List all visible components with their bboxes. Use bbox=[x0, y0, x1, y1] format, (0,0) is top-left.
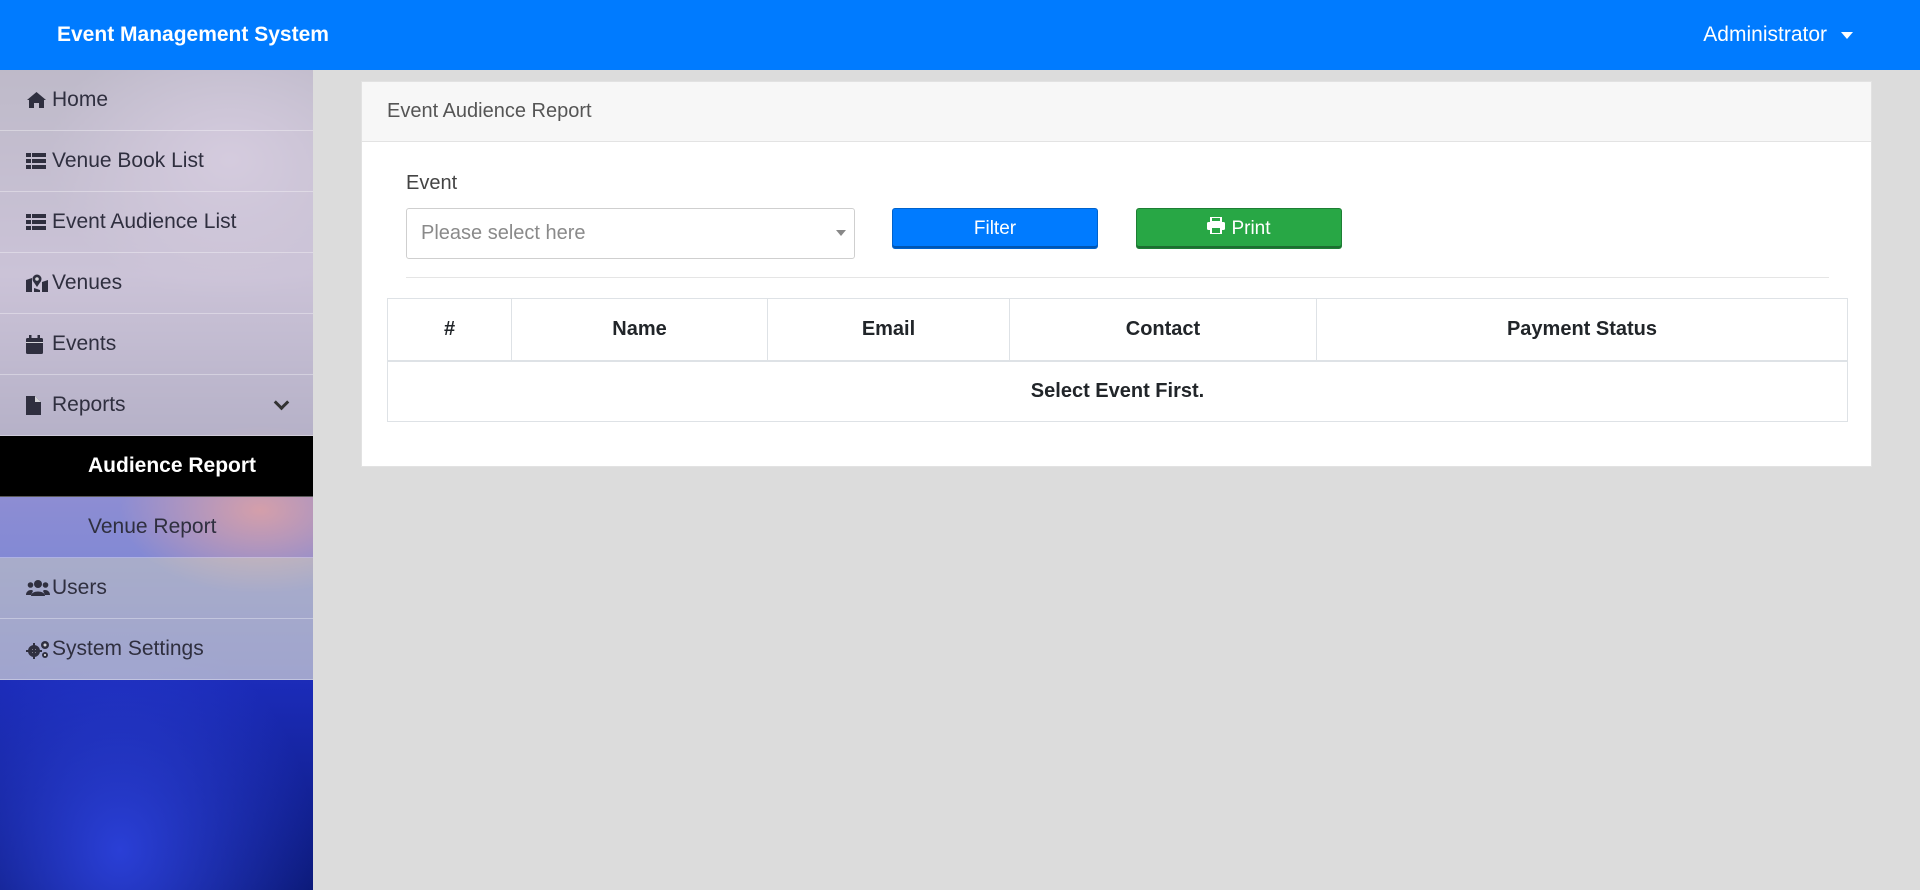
filter-button[interactable]: Filter bbox=[892, 208, 1098, 249]
list-icon bbox=[26, 151, 50, 171]
sidebar-item-system-settings[interactable]: System Settings bbox=[0, 619, 313, 680]
dropdown-arrow-icon bbox=[836, 230, 846, 236]
print-button-label: Print bbox=[1231, 217, 1271, 239]
caret-down-icon bbox=[1841, 31, 1853, 39]
column-header: Name bbox=[511, 298, 768, 362]
sidebar-item-label: System Settings bbox=[52, 637, 204, 660]
calendar-icon bbox=[26, 334, 50, 354]
sidebar-item-venue-report[interactable]: Venue Report bbox=[0, 497, 313, 558]
sidebar-item-venue-book-list[interactable]: Venue Book List bbox=[0, 131, 313, 192]
table-header-row: # Name Email Contact Payment Status bbox=[387, 298, 1848, 362]
sidebar-item-audience-report[interactable]: Audience Report bbox=[0, 436, 313, 497]
user-menu[interactable]: Administrator bbox=[1703, 21, 1853, 49]
card-title: Event Audience Report bbox=[362, 82, 1871, 142]
sidebar-item-label: Audience Report bbox=[88, 454, 257, 477]
sidebar-item-label: Home bbox=[52, 88, 109, 111]
file-icon bbox=[26, 395, 50, 415]
brand-title[interactable]: Event Management System bbox=[57, 22, 329, 48]
sidebar-item-label: Event Audience List bbox=[52, 210, 237, 233]
chevron-down-icon bbox=[273, 394, 290, 411]
print-icon bbox=[1207, 216, 1226, 240]
sidebar-menu: Home Venue Book List Event Audience List… bbox=[0, 70, 313, 680]
sidebar-item-event-audience-list[interactable]: Event Audience List bbox=[0, 192, 313, 253]
sidebar-item-label: Venues bbox=[52, 271, 123, 294]
table-row: Select Event First. bbox=[387, 360, 1848, 422]
sidebar-item-users[interactable]: Users bbox=[0, 558, 313, 619]
top-navbar: Event Management System Administrator bbox=[0, 0, 1920, 70]
event-label: Event bbox=[406, 172, 458, 194]
report-card: Event Audience Report Event Please selec… bbox=[361, 81, 1872, 467]
filter-button-label: Filter bbox=[973, 217, 1017, 239]
print-button[interactable]: Print bbox=[1136, 208, 1342, 249]
column-header: Payment Status bbox=[1316, 298, 1848, 362]
sidebar: Home Venue Book List Event Audience List… bbox=[0, 70, 313, 890]
list-icon bbox=[26, 212, 50, 232]
sidebar-item-label: Reports bbox=[52, 393, 126, 416]
event-select-placeholder: Please select here bbox=[421, 222, 586, 244]
sidebar-item-label: Events bbox=[52, 332, 117, 355]
divider bbox=[406, 277, 1829, 278]
column-header: Email bbox=[767, 298, 1010, 362]
sidebar-item-events[interactable]: Events bbox=[0, 314, 313, 375]
sidebar-item-venues[interactable]: Venues bbox=[0, 253, 313, 314]
map-marker-icon bbox=[26, 273, 50, 293]
column-header: # bbox=[387, 298, 512, 362]
sidebar-item-label: Users bbox=[52, 576, 107, 599]
sidebar-item-home[interactable]: Home bbox=[0, 70, 313, 131]
users-icon bbox=[26, 578, 50, 598]
empty-message: Select Event First. bbox=[387, 360, 1848, 422]
gears-icon bbox=[26, 639, 50, 659]
home-icon bbox=[26, 90, 50, 110]
sidebar-item-label: Venue Book List bbox=[52, 149, 204, 172]
column-header: Contact bbox=[1009, 298, 1317, 362]
sidebar-item-reports[interactable]: Reports bbox=[0, 375, 313, 436]
event-select[interactable]: Please select here bbox=[406, 208, 855, 259]
user-name: Administrator bbox=[1703, 23, 1827, 46]
sidebar-item-label: Venue Report bbox=[88, 515, 217, 538]
audience-table: # Name Email Contact Payment Status Sele… bbox=[387, 298, 1848, 422]
